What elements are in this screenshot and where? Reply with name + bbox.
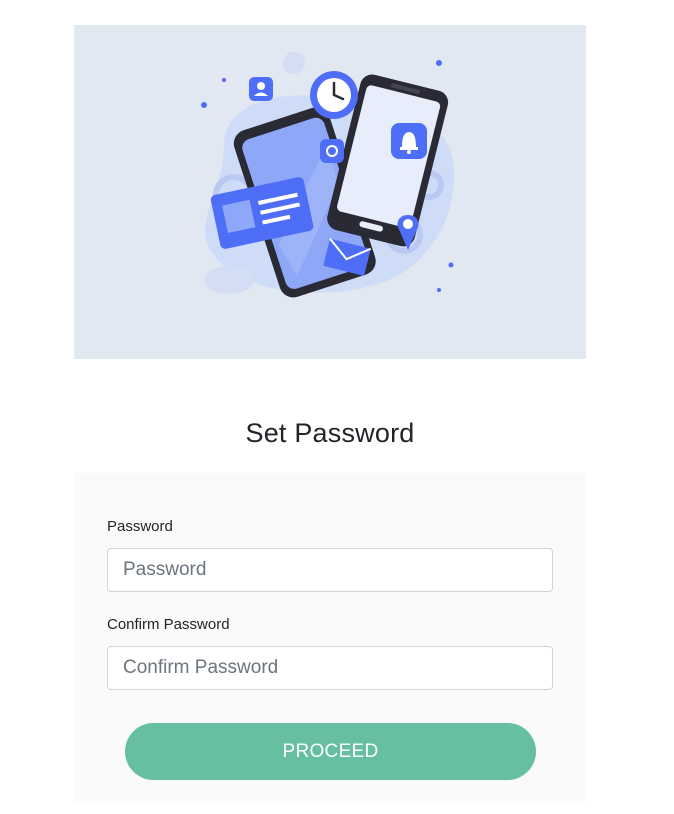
phones-illustration — [201, 52, 454, 298]
password-label: Password — [107, 518, 173, 535]
password-input[interactable] — [107, 548, 553, 592]
confirm-password-label: Confirm Password — [107, 616, 230, 633]
page-title: Set Password — [245, 418, 415, 448]
proceed-button[interactable]: PROCEED — [125, 723, 536, 780]
confirm-password-input[interactable] — [107, 646, 553, 690]
set-password-form: Password Confirm Password PROCEED — [74, 473, 586, 803]
hero-illustration — [74, 25, 586, 359]
